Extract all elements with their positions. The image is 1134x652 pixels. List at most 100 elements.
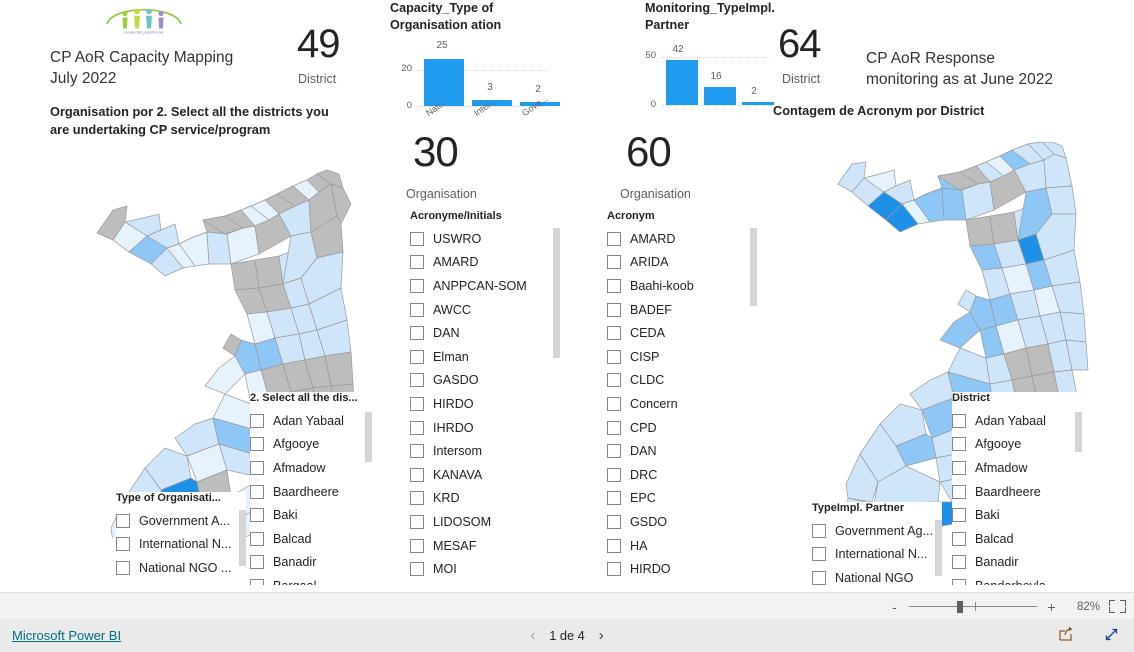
scrollbar-thumb[interactable]	[750, 228, 757, 306]
fit-to-page-icon[interactable]	[1109, 600, 1126, 613]
checkbox-icon[interactable]	[952, 508, 966, 523]
list-item[interactable]: DRC	[607, 463, 757, 487]
list-item[interactable]: AWCC	[410, 298, 560, 322]
checkbox-icon[interactable]	[607, 538, 621, 553]
list-item[interactable]: Afmadow	[250, 456, 372, 480]
list-item[interactable]: Adan Yabaal	[250, 409, 372, 433]
checkbox-icon[interactable]	[250, 555, 264, 570]
list-item[interactable]: Adan Yabaal	[952, 409, 1082, 433]
checkbox-icon[interactable]	[410, 302, 424, 317]
list-item[interactable]: HA	[607, 534, 757, 558]
slicer-acronyme-initials[interactable]: Acronyme/Initials USWRO AMARD ANPPCAN-SO…	[410, 210, 560, 588]
list-item[interactable]: Balcad	[952, 527, 1082, 551]
list-item[interactable]: Afgooye	[250, 433, 372, 457]
list-item[interactable]: DAN	[410, 321, 560, 345]
zoom-slider[interactable]	[909, 600, 1037, 613]
list-item[interactable]: Intersom	[410, 439, 560, 463]
checkbox-icon[interactable]	[250, 437, 264, 452]
zoom-out-button[interactable]: -	[889, 599, 900, 615]
list-item[interactable]: Government A...	[116, 509, 246, 533]
checkbox-icon[interactable]	[607, 373, 621, 388]
list-item[interactable]: Afmadow	[952, 456, 1082, 480]
checkbox-icon[interactable]	[812, 547, 826, 562]
scrollbar-thumb[interactable]	[365, 412, 372, 462]
checkbox-icon[interactable]	[410, 514, 424, 529]
list-item[interactable]: GSDO	[607, 510, 757, 534]
slicer-type-impl-scrollbar[interactable]	[935, 520, 942, 592]
checkbox-icon[interactable]	[410, 278, 424, 293]
list-item[interactable]: LIDOSOM	[410, 510, 560, 534]
zoom-in-button[interactable]: +	[1046, 599, 1057, 615]
chart2-bar-2[interactable]	[742, 102, 774, 105]
list-item[interactable]: Baki	[250, 503, 372, 527]
scrollbar-thumb[interactable]	[1075, 412, 1082, 452]
zoom-slider-thumb[interactable]	[957, 601, 963, 613]
checkbox-icon[interactable]	[250, 508, 264, 523]
list-item[interactable]: Banadir	[250, 551, 372, 575]
slicer-district-left-scrollbar[interactable]	[365, 412, 372, 588]
list-item[interactable]: KANAVA	[410, 463, 560, 487]
checkbox-icon[interactable]	[607, 562, 621, 577]
list-item[interactable]: Baahi-koob	[607, 274, 757, 298]
slicer-type-impl-partner[interactable]: TypeImpl. Partner Government Ag... Inter…	[812, 502, 942, 590]
slicer-district-right-scrollbar[interactable]	[1075, 412, 1082, 588]
checkbox-icon[interactable]	[410, 538, 424, 553]
slicer-acronym-list[interactable]: AMARD ARIDA Baahi-koob BADEF CEDA CISP C…	[607, 227, 757, 583]
list-item[interactable]: Elman	[410, 345, 560, 369]
capacity-type-bar-chart[interactable]: 0 20 25 3 2 Nati... Inter... Gove...	[390, 40, 560, 118]
list-item[interactable]: Government Ag...	[812, 519, 942, 543]
checkbox-icon[interactable]	[952, 484, 966, 499]
checkbox-icon[interactable]	[410, 420, 424, 435]
list-item[interactable]: CEDA	[607, 321, 757, 345]
checkbox-icon[interactable]	[410, 467, 424, 482]
list-item[interactable]: ANPPCAN-SOM	[410, 274, 560, 298]
checkbox-icon[interactable]	[250, 531, 264, 546]
checkbox-icon[interactable]	[607, 255, 621, 270]
checkbox-icon[interactable]	[410, 231, 424, 246]
list-item[interactable]: Bargaal	[250, 574, 372, 585]
list-item[interactable]: Afgooye	[952, 433, 1082, 457]
list-item[interactable]: CLDC	[607, 369, 757, 393]
checkbox-icon[interactable]	[607, 396, 621, 411]
checkbox-icon[interactable]	[410, 491, 424, 506]
checkbox-icon[interactable]	[116, 560, 130, 575]
chart2-bar-0[interactable]	[666, 60, 698, 105]
checkbox-icon[interactable]	[952, 413, 966, 428]
slicer-acronyme-scrollbar[interactable]	[553, 228, 560, 584]
slicer-type-org-list[interactable]: Government A... International N... Natio…	[116, 509, 246, 581]
slicer-acronym[interactable]: Acronym AMARD ARIDA Baahi-koob BADEF CED…	[607, 210, 757, 588]
list-item[interactable]: EPC	[607, 487, 757, 511]
scrollbar-thumb[interactable]	[935, 520, 942, 576]
checkbox-icon[interactable]	[952, 460, 966, 475]
list-item[interactable]: Bandarbeyla	[952, 574, 1082, 585]
checkbox-icon[interactable]	[607, 420, 621, 435]
checkbox-icon[interactable]	[607, 349, 621, 364]
list-item[interactable]: GASDO	[410, 369, 560, 393]
checkbox-icon[interactable]	[607, 491, 621, 506]
list-item[interactable]: HIRDO	[410, 392, 560, 416]
list-item[interactable]: IHRDO	[410, 416, 560, 440]
list-item[interactable]: CPD	[607, 416, 757, 440]
checkbox-icon[interactable]	[410, 562, 424, 577]
checkbox-icon[interactable]	[410, 373, 424, 388]
checkbox-icon[interactable]	[952, 531, 966, 546]
checkbox-icon[interactable]	[607, 278, 621, 293]
chart2-bar-1[interactable]	[704, 87, 736, 105]
checkbox-icon[interactable]	[952, 578, 966, 585]
fullscreen-icon[interactable]	[1103, 626, 1120, 643]
chevron-right-icon[interactable]: ›	[599, 627, 604, 644]
checkbox-icon[interactable]	[250, 484, 264, 499]
checkbox-icon[interactable]	[607, 326, 621, 341]
list-item[interactable]: DAN	[607, 439, 757, 463]
list-item[interactable]: USWRO	[410, 227, 560, 251]
slicer-acronym-scrollbar[interactable]	[750, 228, 757, 584]
checkbox-icon[interactable]	[607, 444, 621, 459]
list-item[interactable]: International N...	[116, 533, 246, 557]
scrollbar-thumb[interactable]	[553, 228, 560, 358]
list-item[interactable]: KRD	[410, 487, 560, 511]
checkbox-icon[interactable]	[410, 326, 424, 341]
checkbox-icon[interactable]	[812, 523, 826, 538]
list-item[interactable]: International N...	[812, 543, 942, 567]
list-item[interactable]: Baardheere	[250, 480, 372, 504]
slicer-district-left-list[interactable]: Adan Yabaal Afgooye Afmadow Baardheere B…	[250, 409, 372, 585]
